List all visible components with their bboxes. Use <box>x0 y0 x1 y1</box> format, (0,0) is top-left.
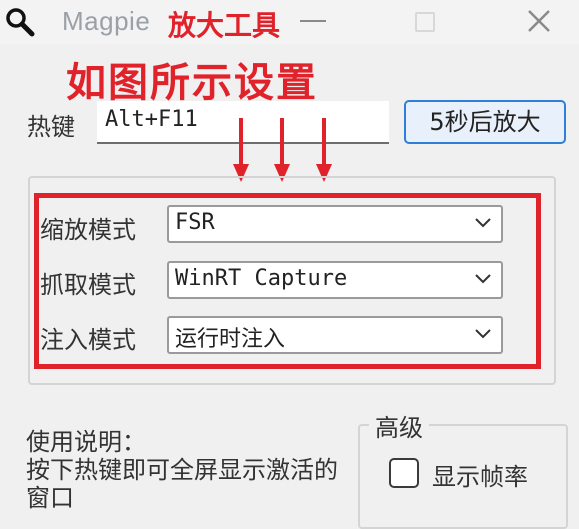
usage-text: 使用说明： 按下热键即可全屏显示激活的窗口 <box>26 428 338 512</box>
advanced-group-title: 高级 <box>369 408 429 443</box>
title-bar: Magpie 放大工具 <box>0 0 579 44</box>
annotation-text: 如图所示设置 <box>66 60 318 106</box>
usage-instructions: 使用说明： 按下热键即可全屏显示激活的窗口 <box>26 428 356 512</box>
maximize-button[interactable] <box>415 12 435 32</box>
show-fps-checkbox[interactable] <box>389 458 419 488</box>
annotation-arrow-icon <box>316 118 332 182</box>
minimize-button[interactable] <box>300 20 326 22</box>
window-title: Magpie <box>62 6 151 36</box>
window-subtitle: 放大工具 <box>168 9 281 42</box>
delayed-scale-button[interactable]: 5秒后放大 <box>404 100 566 144</box>
magnifier-icon <box>6 8 35 37</box>
annotation-highlight-box <box>34 193 541 369</box>
annotation-arrow-icon <box>233 118 249 182</box>
annotation-arrow-icon <box>274 118 290 182</box>
hotkey-label: 热键 <box>27 113 75 141</box>
show-fps-label[interactable]: 显示帧率 <box>432 457 528 492</box>
close-icon[interactable] <box>524 6 554 36</box>
